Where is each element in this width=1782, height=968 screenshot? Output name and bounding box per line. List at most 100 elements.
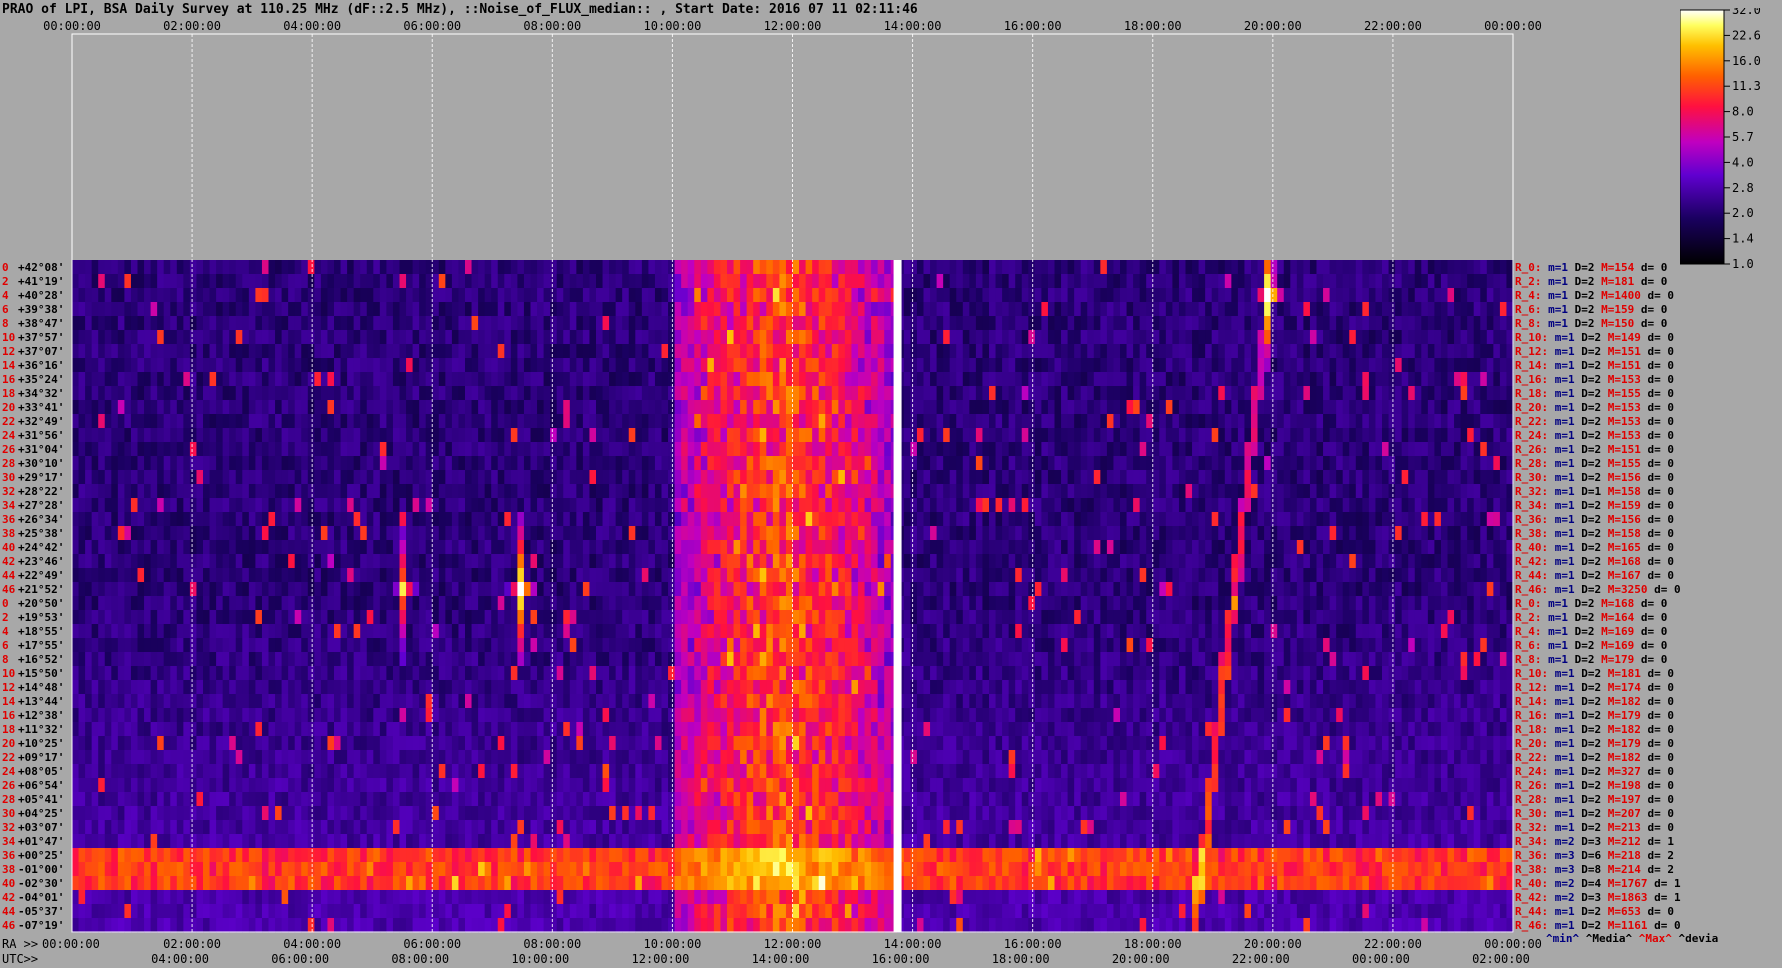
heat-cell — [622, 386, 630, 401]
heat-cell — [622, 554, 630, 569]
heat-cell — [556, 484, 564, 499]
heat-cell — [1100, 470, 1108, 485]
heat-cell — [1316, 302, 1324, 317]
heat-cell — [255, 400, 263, 415]
heat-cell — [117, 428, 125, 443]
heat-cell — [949, 386, 957, 401]
heat-cell — [1401, 414, 1409, 429]
heat-cell — [458, 512, 466, 527]
heat-cell — [419, 540, 427, 555]
heat-cell — [248, 260, 256, 275]
heat-cell — [484, 456, 492, 471]
heat-cell — [1008, 344, 1016, 359]
heat-cell — [687, 414, 695, 429]
heat-cell — [261, 498, 270, 513]
heat-cell — [1251, 512, 1259, 527]
heat-cell — [294, 302, 302, 317]
heat-cell — [1296, 498, 1304, 513]
heat-cell — [517, 386, 525, 401]
heat-cell — [406, 540, 414, 555]
heat-cell — [582, 400, 591, 415]
heat-cell — [1224, 442, 1232, 457]
heat-cell — [838, 428, 846, 443]
heat-cell — [327, 288, 335, 303]
heat-cell — [1388, 344, 1396, 359]
heat-cell — [622, 568, 630, 583]
heat-cell — [1368, 386, 1377, 401]
heat-cell — [1067, 344, 1075, 359]
heat-cell — [1480, 498, 1488, 513]
heat-cell — [975, 470, 984, 485]
heat-cell — [707, 330, 715, 345]
heat-cell — [753, 358, 761, 373]
heat-cell — [681, 330, 689, 345]
heat-cell — [1480, 260, 1488, 275]
heat-cell — [314, 400, 322, 415]
heat-cell — [334, 386, 342, 401]
heat-cell — [327, 568, 335, 583]
heat-cell — [1336, 498, 1344, 513]
heat-cell — [681, 274, 689, 289]
heat-cell — [1113, 274, 1121, 289]
heat-cell — [275, 288, 283, 303]
heat-cell — [851, 428, 859, 443]
heat-cell — [576, 512, 584, 527]
heat-cell — [602, 330, 610, 345]
heat-cell — [1185, 288, 1193, 303]
heat-cell — [1198, 302, 1206, 317]
heat-cell — [1499, 470, 1508, 485]
heat-cell — [1100, 484, 1108, 499]
heat-cell — [294, 512, 302, 527]
heat-cell — [949, 316, 957, 331]
heat-cell — [248, 484, 256, 499]
heat-cell — [425, 386, 433, 401]
heat-cell — [163, 302, 171, 317]
heat-cell — [510, 484, 518, 499]
heat-cell — [930, 386, 938, 401]
heat-cell — [1041, 302, 1049, 317]
heat-cell — [851, 554, 859, 569]
heat-cell — [1251, 484, 1259, 499]
heat-cell — [320, 470, 329, 485]
heat-cell — [111, 330, 119, 345]
heat-cell — [1401, 498, 1409, 513]
heat-cell — [399, 344, 407, 359]
heat-cell — [458, 414, 466, 429]
heat-cell — [635, 442, 643, 457]
heat-cell — [1008, 274, 1016, 289]
heat-cell — [831, 512, 839, 527]
heat-cell — [1047, 540, 1056, 555]
heat-cell — [104, 414, 112, 429]
heat-cell — [871, 414, 879, 429]
heat-cell — [523, 358, 532, 373]
heat-cell — [1277, 414, 1285, 429]
heat-cell — [740, 386, 748, 401]
heat-cell — [150, 274, 158, 289]
heat-cell — [1152, 442, 1160, 457]
heat-cell — [1080, 260, 1088, 275]
heat-cell — [1113, 400, 1121, 415]
heat-cell — [805, 372, 813, 387]
heat-cell — [137, 540, 145, 555]
heat-cell — [78, 484, 86, 499]
heat-cell — [956, 540, 964, 555]
heat-cell — [727, 260, 735, 275]
heat-cell — [1198, 330, 1206, 345]
heat-cell — [609, 400, 617, 415]
heat-cell — [969, 540, 977, 555]
heat-cell — [157, 512, 165, 527]
heat-cell — [569, 568, 577, 583]
heat-cell — [484, 512, 492, 527]
heat-cell — [1395, 554, 1403, 569]
heat-cell — [196, 358, 204, 373]
heat-cell — [465, 442, 473, 457]
heat-cell — [124, 400, 132, 415]
heat-cell — [589, 554, 597, 569]
heat-cell — [700, 414, 708, 429]
heat-cell — [471, 344, 479, 359]
heat-cell — [805, 386, 813, 401]
heat-cell — [753, 400, 761, 415]
heat-cell — [183, 540, 191, 555]
heat-cell — [1447, 288, 1455, 303]
heat-cell — [458, 568, 466, 583]
